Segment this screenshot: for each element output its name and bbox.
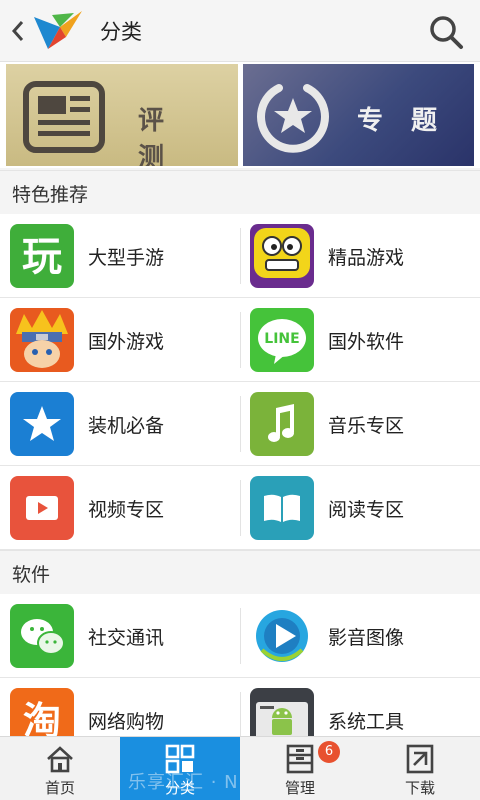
- music-note-icon: [250, 392, 314, 456]
- video-play-icon: [10, 476, 74, 540]
- category-label: 国外游戏: [88, 331, 165, 353]
- category-row: 玩 大型手游 精品游戏: [0, 214, 480, 298]
- category-row: 国外游戏 LINE 国外软件: [0, 298, 480, 382]
- search-icon[interactable]: [426, 12, 466, 52]
- nav-label: 下载: [404, 779, 435, 797]
- svg-text:玩: 玩: [22, 234, 62, 280]
- notification-badge: 6: [318, 741, 340, 763]
- nav-item-manage[interactable]: 6 管理: [240, 737, 360, 800]
- category-label: 装机必备: [88, 415, 165, 437]
- star-icon: [10, 392, 74, 456]
- category-label: 网络购物: [88, 711, 165, 733]
- review-banner[interactable]: 评测: [6, 64, 238, 166]
- news-icon: [23, 81, 105, 153]
- category-label: 阅读专区: [328, 499, 405, 521]
- app-logo-icon: [34, 11, 82, 49]
- banner-area: 评测 专题: [0, 62, 480, 168]
- download-icon: [406, 744, 434, 774]
- line-app-icon: LINE: [250, 308, 314, 372]
- svg-text:LINE: LINE: [264, 331, 299, 347]
- category-label: 视频专区: [88, 499, 165, 521]
- back-arrow-icon[interactable]: [8, 16, 28, 46]
- bottom-nav: 首页 分类 6 管理 下载: [0, 736, 480, 800]
- topic-banner-label: 专题: [357, 106, 466, 136]
- chat-bubbles-icon: [10, 604, 74, 668]
- star-badge-icon: [257, 84, 329, 153]
- ninja-avatar-icon: [10, 308, 74, 372]
- category-item-social[interactable]: 社交通讯: [0, 594, 240, 678]
- category-label: 系统工具: [328, 711, 405, 733]
- play-char-icon: 玩: [10, 224, 74, 288]
- book-icon: [250, 476, 314, 540]
- category-item-foreign-software[interactable]: LINE 国外软件: [240, 298, 480, 382]
- review-banner-label: 评测: [138, 106, 193, 166]
- top-bar: 分类: [0, 0, 480, 62]
- category-item-essentials[interactable]: 装机必备: [0, 382, 240, 466]
- category-label: 国外软件: [328, 331, 405, 353]
- category-item-quality-games[interactable]: 精品游戏: [240, 214, 480, 298]
- category-label: 社交通讯: [88, 627, 165, 649]
- cartoon-face-icon: [250, 224, 314, 288]
- category-item-video[interactable]: 视频专区: [0, 466, 240, 550]
- category-row: 社交通讯 影音图像: [0, 594, 480, 678]
- section-header-featured: 特色推荐: [0, 170, 480, 214]
- section-title: 软件: [12, 564, 51, 586]
- section-title: 特色推荐: [12, 184, 89, 206]
- category-item-foreign-games[interactable]: 国外游戏: [0, 298, 240, 382]
- category-item-music[interactable]: 音乐专区: [240, 382, 480, 466]
- category-row: 装机必备 音乐专区: [0, 382, 480, 466]
- section-header-software: 软件: [0, 550, 480, 594]
- category-label: 影音图像: [328, 627, 405, 649]
- category-item-reading[interactable]: 阅读专区: [240, 466, 480, 550]
- watermark: 乐享汇汇 · N: [128, 772, 239, 793]
- home-icon: [47, 746, 73, 773]
- category-row: 视频专区 阅读专区: [0, 466, 480, 550]
- category-label: 大型手游: [88, 247, 165, 269]
- media-play-icon: [250, 604, 314, 668]
- category-label: 音乐专区: [328, 415, 405, 437]
- category-label: 精品游戏: [328, 247, 405, 269]
- topic-banner[interactable]: 专题: [243, 64, 474, 166]
- category-item-large-games[interactable]: 玩 大型手游: [0, 214, 240, 298]
- page-title: 分类: [100, 20, 142, 44]
- category-item-media[interactable]: 影音图像: [240, 594, 480, 678]
- nav-label: 首页: [44, 779, 75, 797]
- nav-item-home[interactable]: 首页: [0, 737, 120, 800]
- nav-label: 管理: [284, 779, 315, 797]
- manage-icon: [286, 744, 314, 774]
- nav-item-download[interactable]: 下载: [360, 737, 480, 800]
